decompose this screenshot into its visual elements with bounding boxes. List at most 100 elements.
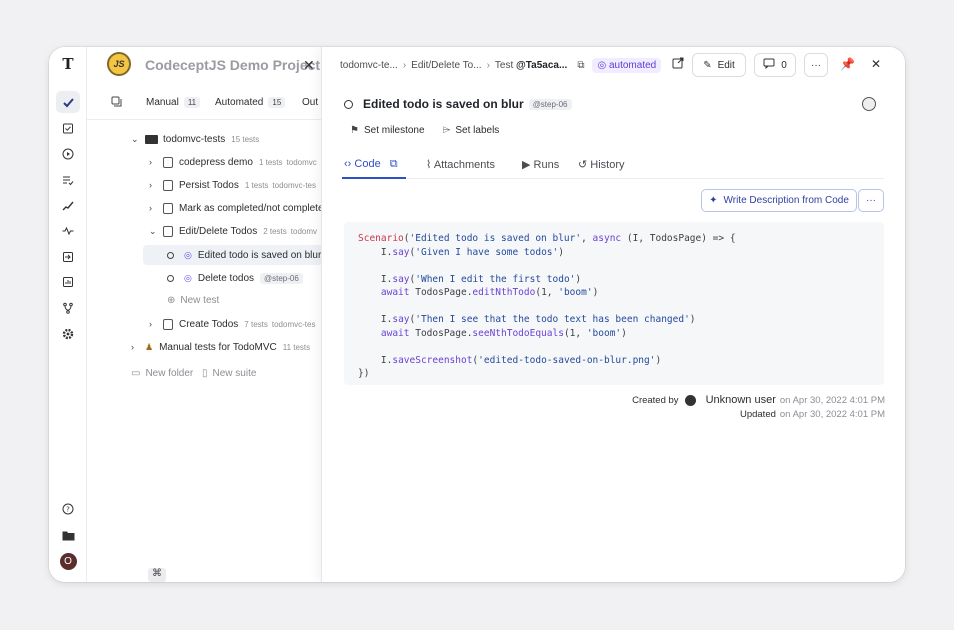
copy-icon[interactable]: ⧉	[577, 60, 584, 71]
tree-suite-mark-completed[interactable]: › Mark as completed/not completed	[149, 198, 321, 218]
chevron-right-icon[interactable]: ›	[131, 342, 145, 352]
check-icon[interactable]	[56, 91, 80, 113]
tree-folder-todomvc-tests[interactable]: ⌄ todomvc-tests 15 tests	[131, 129, 259, 149]
code-block[interactable]: Scenario('Edited todo is saved on blur',…	[344, 222, 884, 385]
chevron-right-icon[interactable]: ›	[149, 157, 163, 167]
chevron-right-icon[interactable]: ›	[149, 180, 163, 190]
breadcrumb-suite[interactable]: Edit/Delete To...	[411, 60, 481, 71]
command-palette-key[interactable]: ⌘	[148, 568, 166, 582]
tree-suite-persist-todos[interactable]: › Persist Todos 1 tests todomvc-tes	[149, 175, 316, 195]
code-icon: ‹›	[344, 158, 352, 170]
tree-test-edited-todo[interactable]: ◎ Edited todo is saved on blur	[143, 245, 321, 265]
file-icon	[163, 156, 173, 168]
test-detail-panel: todomvc-te... › Edit/Delete To... › Test @…	[321, 47, 905, 582]
play-icon: ▶	[522, 159, 531, 171]
detail-tabs: ‹› Code ⧉ ⌇ Attachments ▶ Runs ↺ History	[342, 151, 884, 179]
more-options-button[interactable]: ···	[804, 53, 828, 77]
file-icon	[163, 179, 173, 191]
active-tab-indicator	[342, 177, 406, 179]
sparkle-icon: ✦	[709, 195, 718, 206]
tab-manual[interactable]: Manual 11	[146, 97, 201, 108]
import-icon[interactable]	[56, 246, 80, 268]
new-test-button[interactable]: ⊕ New test	[167, 290, 219, 310]
app-logo[interactable]: T	[56, 53, 80, 75]
folder-plus-icon: ▭	[131, 367, 141, 379]
app-window: T ? O JS CodeceptJS Demo Project Manual …	[49, 47, 905, 582]
file-icon	[163, 318, 173, 330]
status-circle-icon	[167, 274, 174, 282]
tab-runs[interactable]: ▶ Runs	[522, 158, 559, 171]
svg-text:?: ?	[66, 506, 70, 514]
write-description-more-button[interactable]: ···	[858, 189, 884, 212]
left-tabs: Manual 11 Automated 15 Out	[87, 88, 321, 120]
set-milestone-button[interactable]: ⚑ Set milestone	[350, 125, 425, 136]
comments-button[interactable]: 0	[754, 53, 796, 77]
chevron-right-icon[interactable]: ›	[149, 319, 163, 329]
test-id: @Ta5aca...	[516, 60, 568, 71]
tab-attachments[interactable]: ⌇ Attachments	[426, 158, 495, 171]
chevron-right-icon: ›	[402, 60, 407, 71]
assignee-icon[interactable]	[862, 97, 876, 111]
history-icon: ↺	[578, 159, 588, 171]
close-icon[interactable]: ✕	[303, 57, 315, 74]
branch-icon[interactable]	[56, 297, 80, 319]
close-icon[interactable]: ✕	[871, 57, 881, 71]
pencil-icon: ✎	[703, 59, 712, 71]
test-actions: ⚑ Set milestone ⌲ Set labels	[350, 125, 499, 136]
comment-icon	[763, 58, 775, 72]
folder-icon	[145, 134, 158, 144]
copy-icon[interactable]: ⧉	[390, 158, 398, 170]
tree-folder-manual-tests[interactable]: › ♟ Manual tests for TodoMVC 11 tests	[131, 337, 310, 357]
write-description-button[interactable]: ✦ Write Description from Code	[701, 189, 857, 212]
automated-icon: ◎	[184, 249, 192, 260]
plus-circle-icon: ⊕	[167, 294, 176, 306]
set-labels-button[interactable]: ⌲ Set labels	[443, 125, 500, 136]
project-logo: JS	[107, 52, 131, 76]
tree-suite-codepress-demo[interactable]: › codepress demo 1 tests todomvc	[149, 152, 317, 172]
tab-out[interactable]: Out	[302, 97, 318, 108]
file-plus-icon: ▯	[202, 367, 208, 379]
tree-test-delete-todos[interactable]: ◎ Delete todos @step-06	[167, 268, 303, 288]
tree-suite-edit-delete-todos[interactable]: ⌄ Edit/Delete Todos 2 tests todomv	[149, 221, 317, 241]
automated-badge: ◎ automated	[592, 58, 662, 73]
list-check-icon[interactable]	[56, 169, 80, 191]
external-link-icon[interactable]	[672, 57, 684, 72]
edit-button[interactable]: ✎ Edit	[692, 53, 746, 77]
tab-code[interactable]: ‹› Code ⧉	[344, 158, 398, 171]
chart-icon[interactable]	[56, 271, 80, 293]
new-folder-button[interactable]: ▭ New folder	[131, 363, 193, 383]
chevron-down-icon[interactable]: ⌄	[131, 134, 145, 145]
play-circle-icon[interactable]	[56, 143, 80, 165]
updated-at: Updated on Apr 30, 2022 4:01 PM	[739, 409, 885, 420]
breadcrumb-suite-folder[interactable]: todomvc-te...	[340, 60, 398, 71]
tab-history[interactable]: ↺ History	[578, 158, 625, 171]
clipboard-check-icon[interactable]	[56, 117, 80, 139]
help-icon[interactable]: ?	[56, 498, 80, 520]
status-circle-icon	[167, 251, 174, 259]
folder-icon[interactable]	[56, 524, 80, 546]
user-avatar[interactable]: O	[56, 550, 80, 572]
page-title: Edited todo is saved on blur @step-06	[344, 97, 572, 111]
new-suite-button[interactable]: ▯ New suite	[202, 363, 256, 383]
tab-automated[interactable]: Automated 15	[215, 97, 286, 108]
chevron-right-icon: ›	[486, 60, 490, 71]
trend-icon[interactable]	[56, 195, 80, 217]
chevron-down-icon[interactable]: ⌄	[149, 226, 163, 237]
user-folder-icon: ♟	[145, 341, 154, 352]
stack-icon[interactable]	[111, 96, 122, 110]
status-circle-icon	[344, 99, 353, 109]
pin-icon[interactable]: 📌	[840, 57, 855, 71]
tree-panel: JS CodeceptJS Demo Project Manual 11 Auto…	[87, 47, 321, 582]
project-title: CodeceptJS Demo Project	[145, 57, 321, 73]
pulse-icon[interactable]	[56, 220, 80, 242]
breadcrumb-test-label: Test	[494, 60, 514, 71]
gear-icon[interactable]	[56, 323, 80, 345]
icon-rail: T ? O	[49, 47, 87, 582]
chevron-right-icon[interactable]: ›	[149, 203, 163, 213]
user-icon	[684, 394, 696, 406]
paperclip-icon: ⌇	[426, 159, 432, 171]
automated-icon: ◎	[184, 272, 192, 283]
tree-suite-create-todos[interactable]: › Create Todos 7 tests todomvc-tes	[149, 314, 315, 334]
label-icon: ⌲	[442, 125, 451, 136]
created-by: Created by Unknown user on Apr 30, 2022 …	[632, 394, 885, 406]
